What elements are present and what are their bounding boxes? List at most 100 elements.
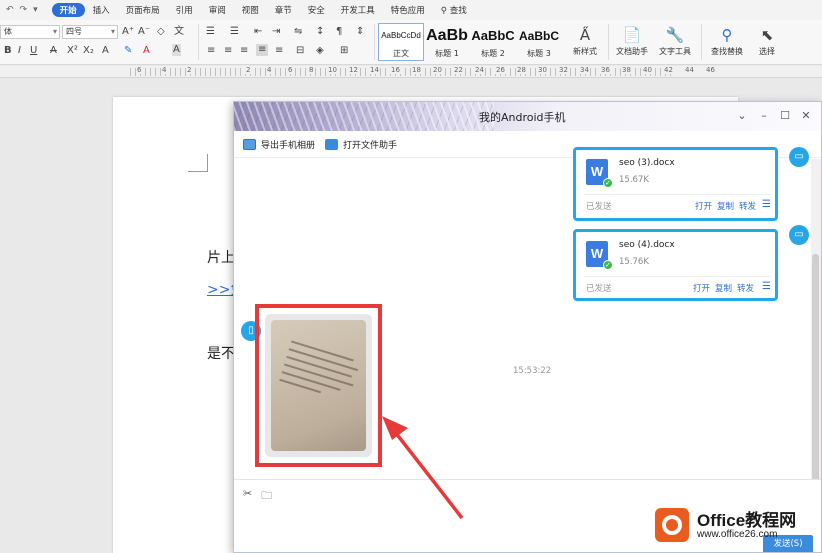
minimize-icon[interactable]: – [756, 108, 772, 124]
clear-format-icon[interactable]: ◇ [157, 26, 165, 38]
send-status: 已发送 [586, 284, 612, 294]
strikethrough-icon[interactable]: A [50, 45, 57, 57]
file-message-card[interactable]: W ✓ seo (4).docx 15.76K 已发送 打开 复制 转发 ☰ [573, 229, 778, 301]
doc-helper-button[interactable]: 📄 文档助手 [612, 24, 652, 57]
style-heading-2[interactable]: AaBbC 标题 2 [470, 23, 516, 61]
file-size: 15.67K [619, 175, 649, 185]
numbering-icon[interactable]: ☰ [230, 26, 239, 38]
ribbon-tabs: 开始 插入 页面布局 引用 审阅 视图 章节 安全 开发工具 特色应用 ⚲ 查找 [51, 3, 475, 17]
style-sample: AaBbCcDd [381, 31, 421, 40]
customize-dropdown-icon[interactable]: ▾ [33, 5, 38, 15]
font-size-value: 四号 [66, 27, 82, 36]
collapse-chevron-icon[interactable]: ⌄ [734, 108, 750, 124]
align-center-icon[interactable]: ≡ [224, 45, 232, 57]
scrollbar-thumb[interactable] [812, 254, 819, 484]
ruler-number: 8 [308, 66, 315, 74]
open-link[interactable]: 打开 [695, 200, 712, 212]
wrench-icon: 🔧 [665, 26, 685, 44]
style-gallery: AaBbCcDd 正文 AaBb 标题 1 AaBbC 标题 2 AaBbC 标… [378, 23, 562, 61]
check-icon: ✓ [603, 260, 613, 270]
character-shading-icon[interactable]: A [172, 44, 181, 56]
forward-link[interactable]: 转发 [737, 282, 754, 294]
open-link[interactable]: 打开 [693, 282, 710, 294]
style-heading-3[interactable]: AaBbC 标题 3 [516, 23, 562, 61]
horizontal-ruler[interactable]: 6 4 2 2 4 6 8 10 12 14 16 18 20 22 24 26… [0, 66, 822, 78]
highlight-icon[interactable]: ✎ [124, 45, 132, 57]
file-message-card[interactable]: W ✓ seo (3).docx 15.67K 已发送 打开 复制 转发 ☰ [573, 147, 778, 221]
chat-area[interactable]: W ✓ seo (3).docx 15.67K 已发送 打开 复制 转发 ☰ ▭… [234, 147, 810, 479]
copy-link[interactable]: 复制 [717, 200, 734, 212]
tab-stops-icon[interactable]: ⊟ [296, 45, 304, 57]
quick-access-toolbar: ↶ ↷ ▾ [0, 5, 38, 15]
underline-icon[interactable]: U [30, 45, 37, 57]
tab-search[interactable]: ⚲ 查找 [433, 3, 475, 17]
forward-link[interactable]: 转发 [739, 200, 756, 212]
tab-review[interactable]: 审阅 [201, 3, 234, 17]
tab-security[interactable]: 安全 [300, 3, 333, 17]
pinyin-icon[interactable]: 文 [174, 26, 184, 38]
sort-icon[interactable]: ↕ [316, 26, 324, 38]
menu-icon[interactable]: ☰ [762, 282, 771, 292]
scissors-icon[interactable]: ✂ [243, 487, 252, 506]
open-file-helper-button[interactable]: 打开文件助手 [325, 138, 397, 151]
window-title-bar[interactable]: 我的Android手机 ⌄ – ☐ ✕ [234, 102, 821, 131]
bold-icon[interactable]: B [4, 45, 12, 57]
font-color-icon[interactable]: A [143, 45, 150, 57]
distributed-icon[interactable]: ≡ [275, 45, 283, 57]
tab-insert[interactable]: 插入 [85, 3, 118, 17]
borders-icon[interactable]: ⊞ [340, 45, 348, 57]
export-album-button[interactable]: 导出手机相册 [243, 138, 315, 151]
style-normal[interactable]: AaBbCcDd 正文 [378, 23, 424, 61]
tab-references[interactable]: 引用 [168, 3, 201, 17]
photo-highlight-box [255, 304, 382, 467]
align-left-icon[interactable]: ≡ [207, 45, 215, 57]
chinese-layout-icon[interactable]: ⇋ [294, 26, 302, 38]
tab-sections[interactable]: 章节 [267, 3, 300, 17]
received-photo[interactable] [271, 320, 366, 451]
maximize-icon[interactable]: ☐ [777, 108, 793, 124]
text-tools-button[interactable]: 🔧 文字工具 [654, 24, 696, 57]
font-name-select[interactable]: 体 ▾ [0, 25, 60, 39]
undo-icon[interactable]: ↶ [6, 5, 14, 15]
new-style-button[interactable]: A̋ 新样式 [567, 24, 603, 57]
show-marks-icon[interactable]: ¶ [336, 26, 342, 38]
align-right-icon[interactable]: ≡ [240, 45, 248, 57]
tab-page-layout[interactable]: 页面布局 [118, 3, 168, 17]
copy-link[interactable]: 复制 [715, 282, 732, 294]
folder-icon[interactable]: 🗀 [261, 487, 272, 506]
italic-icon[interactable]: I [18, 45, 21, 57]
find-replace-button[interactable]: ⚲ 查找替换 [705, 24, 749, 57]
chat-scrollbar[interactable] [811, 159, 821, 484]
style-heading-1[interactable]: AaBb 标题 1 [424, 23, 470, 61]
ruler-number: 20 [432, 66, 443, 74]
decrease-indent-icon[interactable]: ⇤ [254, 26, 262, 38]
tab-view[interactable]: 视图 [234, 3, 267, 17]
justify-icon[interactable]: ≡ [256, 44, 269, 56]
magnifier-icon: ⚲ [721, 26, 733, 44]
doc-helper-label: 文档助手 [616, 47, 648, 56]
redo-icon[interactable]: ↷ [20, 5, 28, 15]
shading-icon[interactable]: ◈ [316, 45, 324, 57]
ruler-number: 18 [411, 66, 422, 74]
tab-features[interactable]: 特色应用 [383, 3, 433, 17]
grow-font-icon[interactable]: A⁺ [122, 26, 134, 38]
subscript-icon[interactable]: X₂ [83, 45, 94, 57]
close-icon[interactable]: ✕ [798, 108, 814, 124]
office-logo-icon [655, 508, 689, 542]
photo-message-bubble[interactable] [265, 314, 372, 457]
watermark-url: www.office26.com [697, 529, 778, 540]
font-size-select[interactable]: 四号 ▾ [62, 25, 118, 39]
line-spacing-icon[interactable]: ⇕ [356, 26, 364, 38]
export-album-label: 导出手机相册 [261, 140, 316, 151]
bullets-icon[interactable]: ☰ [206, 26, 215, 38]
tab-home[interactable]: 开始 [51, 3, 85, 17]
menu-icon[interactable]: ☰ [762, 200, 771, 210]
shrink-font-icon[interactable]: A⁻ [138, 26, 150, 38]
font-effects-icon[interactable]: A [102, 45, 109, 57]
margin-corner-mark [188, 154, 208, 172]
increase-indent-icon[interactable]: ⇥ [272, 26, 280, 38]
select-button[interactable]: ⬉ 选择 [752, 24, 782, 57]
chevron-down-icon: ▾ [52, 27, 57, 36]
tab-developer[interactable]: 开发工具 [333, 3, 383, 17]
superscript-icon[interactable]: X² [67, 45, 78, 57]
